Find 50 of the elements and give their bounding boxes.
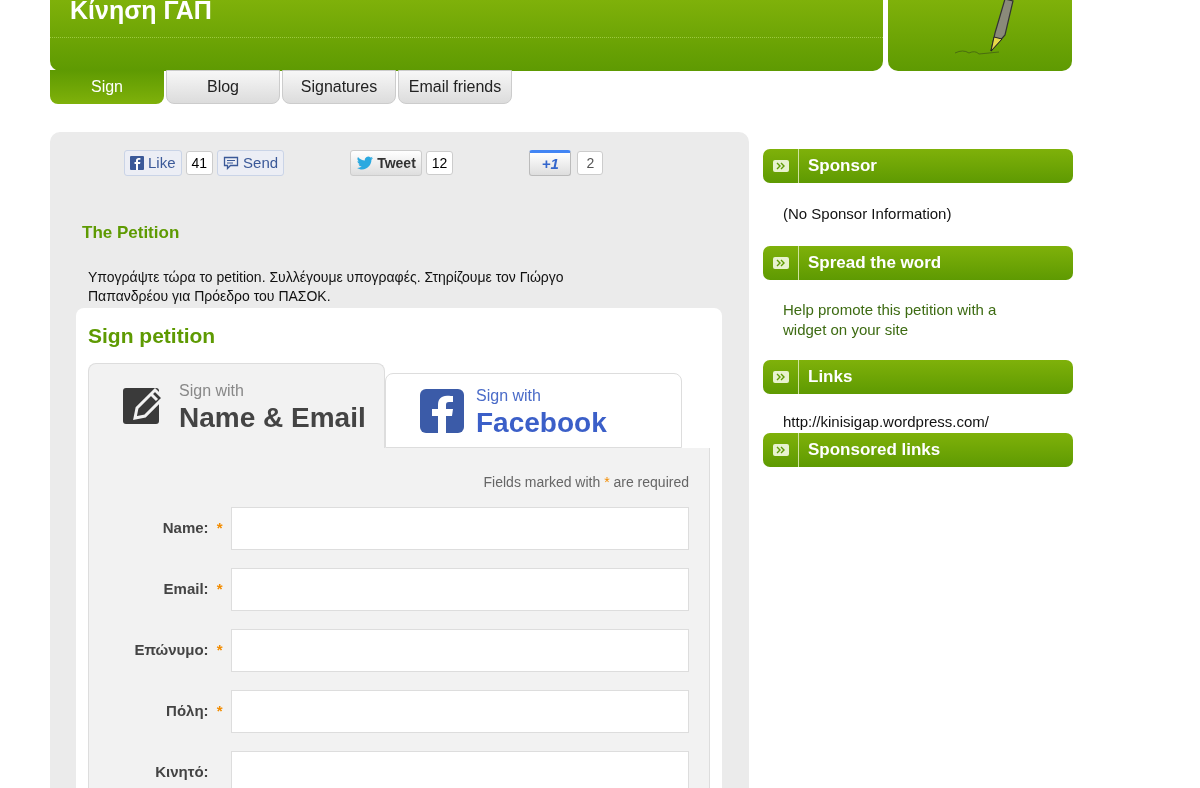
method-title: Name & Email (179, 403, 366, 433)
sidebar-title: Sponsor (807, 155, 877, 178)
double-chevron-icon (772, 256, 789, 269)
method-caption: Sign with (179, 381, 244, 401)
plus-one-count: 2 (577, 151, 604, 175)
field-label: Κινητό: (154, 762, 209, 783)
speech-bubble-icon (223, 156, 240, 170)
nav-tab[interactable]: Signatures (282, 70, 396, 104)
field-label: Name: (161, 518, 209, 539)
field-label: Πόλη: (165, 701, 209, 722)
method-title: Facebook (476, 407, 607, 438)
field-label: Email: (162, 579, 209, 600)
sign-method-tab[interactable]: Sign with Name & Email (88, 363, 385, 448)
sidebar-text: http://kinisigap.wordpress.com/ (783, 411, 990, 432)
tweet-button[interactable]: Tweet (350, 150, 422, 176)
required-mark: * (215, 701, 224, 722)
text-input-field[interactable] (230, 690, 689, 733)
sidebar-title: Links (807, 365, 853, 388)
facebook-icon (420, 388, 464, 433)
nav-tab[interactable]: Email friends (398, 70, 512, 104)
sign-method-tab[interactable]: Sign with Facebook (385, 373, 682, 448)
tweet-count: 12 (425, 151, 454, 175)
facebook-icon (130, 156, 144, 170)
petition-heading: The Petition (82, 222, 181, 244)
sidebar-title: Spread the word (807, 251, 942, 274)
plus-one-button[interactable]: +1 (529, 150, 572, 176)
sign-heading: Sign petition (88, 322, 217, 349)
site-title: Κίνηση ΓΑΠ (70, 0, 212, 26)
method-caption: Sign with (476, 385, 541, 406)
double-chevron-icon (772, 370, 789, 383)
nav-tab[interactable]: Blog (166, 70, 280, 104)
required-mark: * (215, 518, 224, 539)
sidebar-title: Sponsored links (807, 439, 941, 462)
field-label: Επώνυμο: (133, 640, 209, 661)
send-button[interactable]: Send (217, 150, 285, 176)
bird-icon (356, 156, 375, 170)
sidebar-text: (No Sponsor Information) (783, 204, 953, 224)
double-chevron-icon (772, 444, 789, 456)
like-button[interactable]: Like (124, 150, 182, 176)
text-input-field[interactable] (230, 507, 689, 550)
required-mark: * (215, 640, 224, 661)
required-note: Fields marked with * are required (482, 473, 689, 492)
widget-link[interactable]: Help promote this petition with a widget on your site (783, 299, 1033, 340)
double-chevron-icon (772, 160, 789, 172)
text-input-field[interactable] (230, 568, 689, 611)
required-mark: * (215, 579, 224, 600)
like-count: 41 (185, 151, 214, 175)
text-input-field[interactable] (230, 629, 689, 672)
petition-description: Υπογράψτε τώρα το petition. Συλλέγουμε υπογραφές. Στηρίζουμε τον Γιώργο Παπανδρέου για Πρόεδρο του ΠΑΣΟΚ. (88, 267, 565, 306)
text-input-field[interactable] (230, 751, 689, 788)
